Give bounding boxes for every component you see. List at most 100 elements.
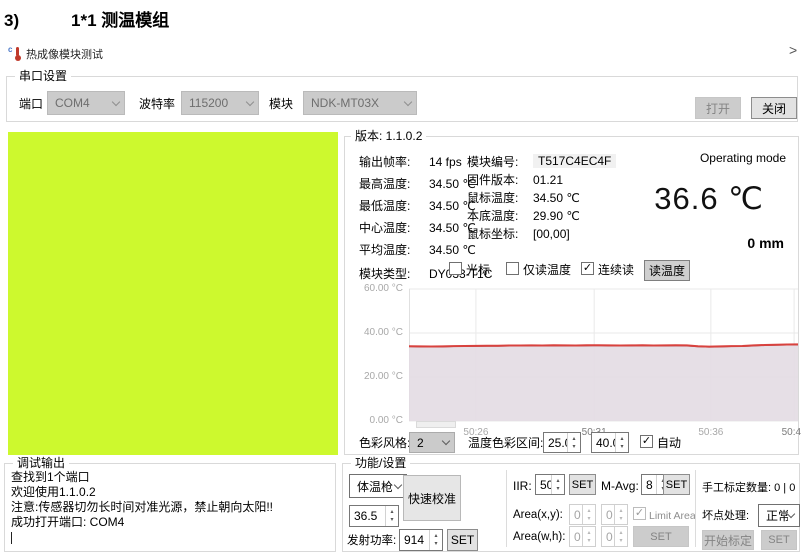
mavg-value: 8 (642, 475, 656, 494)
chart-y-tick-label: 40.00 °C (353, 327, 403, 338)
iir-spinner[interactable]: 50 ▴▾ (535, 474, 565, 495)
min-temp-label: 最低温度: (359, 199, 410, 213)
auto-checkbox[interactable]: ✓ (640, 435, 653, 448)
auto-checkbox-label: 自动 (657, 436, 681, 450)
spinner-up-icon[interactable]: ▴ (619, 507, 622, 515)
spinner-arrows[interactable]: ▴▾ (582, 527, 595, 546)
start-calib-button[interactable]: 开始标定 (702, 530, 754, 550)
baud-combo[interactable]: 115200 (181, 91, 259, 115)
cursor-checkbox[interactable]: ✓ (449, 262, 462, 275)
avg-temp-label: 平均温度: (359, 243, 410, 257)
area-x-spinner[interactable]: 0 ▴▾ (569, 504, 596, 525)
area-h-value: 0 (602, 527, 614, 546)
spinner-arrows[interactable]: ▴▾ (385, 506, 398, 526)
spinner-up-icon[interactable]: ▴ (572, 435, 575, 443)
mouse-temp-value: 34.50 ℃ (533, 191, 580, 205)
mode-value: 体温枪 (357, 478, 395, 495)
color-style-value: 2 (417, 436, 443, 450)
module-id-label: 模块编号: (467, 155, 518, 169)
chart-y-tick-label: 60.00 °C (353, 283, 403, 294)
spinner-up-icon[interactable]: ▴ (587, 529, 590, 537)
debug-caret-line (11, 530, 273, 545)
debug-output-text[interactable]: 查找到1个端口 欢迎使用1.1.0.2 注意:传感器切勿长时间对准光源，禁止朝向… (11, 470, 273, 545)
base-temp-value: 29.90 ℃ (533, 209, 580, 223)
window-title: 热成像模块测试 (26, 46, 103, 62)
chevron-down-icon (442, 437, 450, 445)
iir-set-button[interactable]: SET (569, 474, 596, 495)
chart-scrollbar-thumb[interactable] (416, 421, 456, 428)
chevron-down-icon (787, 510, 795, 518)
tx-power-spinner[interactable]: 914 ▴▾ (399, 529, 443, 551)
avg-temp-value: 34.50 ℃ (429, 243, 476, 257)
port-combo[interactable]: COM4 (47, 91, 125, 115)
spinner-down-icon[interactable]: ▾ (572, 443, 575, 451)
base-temp-label: 本底温度: (467, 209, 518, 223)
area-w-spinner[interactable]: 0 ▴▾ (569, 526, 596, 547)
mavg-set-button[interactable]: SET (663, 474, 690, 495)
heading-number: 3) (4, 11, 71, 31)
spinner-down-icon[interactable]: ▾ (620, 443, 623, 451)
readonly-temp-checkbox[interactable]: ✓ (506, 262, 519, 275)
body-temp-spinner[interactable]: 36.5 ▴▾ (349, 505, 399, 527)
chart-y-tick-label: 0.00 °C (353, 415, 403, 426)
spinner-arrows[interactable]: ▴▾ (582, 505, 595, 524)
spinner-up-icon[interactable]: ▴ (619, 529, 622, 537)
thermometer-icon-bulb (15, 55, 21, 61)
spinner-arrows[interactable]: ▴▾ (614, 527, 627, 546)
range-min-value: 25.0 (544, 433, 567, 452)
spinner-arrows[interactable]: ▴▾ (614, 505, 627, 524)
area-set-button[interactable]: SET (633, 526, 689, 547)
open-button[interactable]: 打开 (695, 97, 741, 119)
spinner-up-icon[interactable]: ▴ (434, 532, 437, 540)
spinner-arrows[interactable]: ▴▾ (615, 433, 628, 452)
spinner-down-icon[interactable]: ▾ (556, 485, 559, 493)
spinner-down-icon[interactable]: ▾ (587, 515, 590, 523)
continuous-read-checkbox[interactable]: ✓ (581, 262, 594, 275)
thermal-image-view[interactable] (8, 132, 338, 455)
spinner-down-icon[interactable]: ▾ (434, 540, 437, 548)
thermometer-icon: c (8, 45, 23, 61)
text-caret (11, 532, 12, 544)
spinner-up-icon[interactable]: ▴ (587, 507, 590, 515)
area-h-spinner[interactable]: 0 ▴▾ (601, 526, 628, 547)
divider (506, 470, 507, 547)
color-style-combo[interactable]: 2 (409, 432, 455, 453)
document-heading: 3)1*1 测温模组 (4, 6, 169, 31)
baud-label: 波特率 (139, 97, 175, 111)
frame-rate-label: 输出帧率: (359, 155, 410, 169)
heading-title: 1*1 测温模组 (71, 11, 169, 30)
spinner-up-icon[interactable]: ▴ (620, 435, 623, 443)
center-temp-label: 中心温度: (359, 221, 410, 235)
calib-set-button[interactable]: SET (761, 530, 797, 550)
spinner-arrows[interactable]: ▴▾ (567, 433, 580, 452)
temp-range-label: 温度色彩区间: (468, 436, 543, 450)
spinner-down-icon[interactable]: ▾ (587, 537, 590, 545)
area-x-value: 0 (570, 505, 582, 524)
mode-combo[interactable]: 体温枪 (349, 474, 407, 498)
module-type-label: 模块类型: (359, 267, 410, 281)
collapse-icon[interactable]: > (789, 42, 797, 58)
limit-area-checkbox[interactable]: ✓ (633, 507, 646, 520)
spinner-up-icon[interactable]: ▴ (556, 477, 559, 485)
debug-line: 欢迎使用1.1.0.2 (11, 485, 273, 500)
quick-calibrate-button[interactable]: 快速校准 (403, 475, 461, 521)
tx-power-set-button[interactable]: SET (447, 529, 478, 551)
spinner-arrows[interactable]: ▴▾ (551, 475, 564, 494)
bad-pixel-combo[interactable]: 正常 (758, 504, 800, 527)
port-value: COM4 (55, 96, 113, 110)
spinner-down-icon[interactable]: ▾ (619, 515, 622, 523)
module-id-value: T517C4EC4F (533, 154, 616, 168)
spinner-down-icon[interactable]: ▾ (390, 516, 393, 524)
area-y-spinner[interactable]: 0 ▴▾ (601, 504, 628, 525)
module-label: 模块 (269, 97, 293, 111)
spinner-arrows[interactable]: ▴▾ (429, 530, 442, 550)
area-w-value: 0 (570, 527, 582, 546)
range-max-spinner[interactable]: 40.0 ▴▾ (591, 432, 629, 453)
spinner-down-icon[interactable]: ▾ (619, 537, 622, 545)
module-combo[interactable]: NDK-MT03X (303, 91, 417, 115)
close-button[interactable]: 关闭 (751, 97, 797, 119)
spinner-up-icon[interactable]: ▴ (390, 508, 393, 516)
range-min-spinner[interactable]: 25.0 ▴▾ (543, 432, 581, 453)
mouse-pos-value: [00,00] (533, 227, 570, 241)
read-temp-button[interactable]: 读温度 (644, 260, 690, 281)
